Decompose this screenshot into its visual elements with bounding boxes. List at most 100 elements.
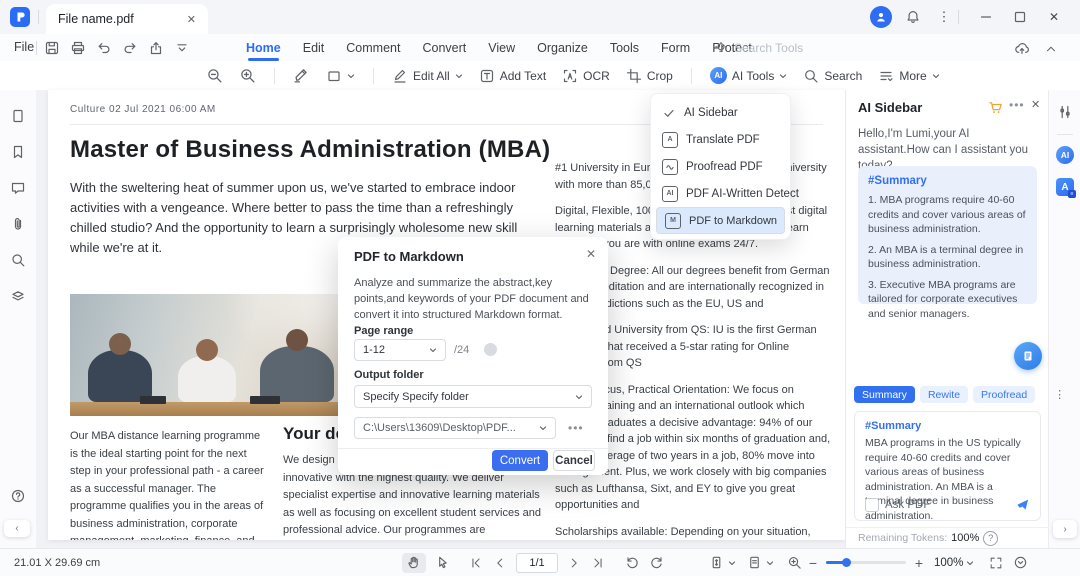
panel-close-icon[interactable]: ✕ [1031,98,1040,111]
zoom-slider-knob[interactable] [842,557,851,567]
page-number-input[interactable]: 1/1 [516,552,558,573]
comments-icon[interactable] [10,180,26,196]
panel-more-icon[interactable]: ••• [1009,98,1025,112]
cart-icon[interactable] [988,100,1003,115]
menu-item-convert[interactable]: Convert [422,41,466,55]
tab-proofread[interactable]: Proofread [973,386,1036,403]
next-page-icon[interactable] [562,553,586,573]
expand-right-panel-button[interactable]: › [1053,520,1077,538]
menu-item-view[interactable]: View [488,41,515,55]
output-path-select[interactable]: C:\Users\13609\Desktop\PDF... [354,417,556,439]
zoom-chevron-icon[interactable] [966,559,974,567]
output-folder-label: Output folder [354,369,424,381]
ai-sidebar-toggle-icon[interactable]: AI [1056,146,1074,164]
dropdown-item-proofread-pdf[interactable]: Proofread PDF [656,153,785,180]
translate-tool-icon[interactable]: A ≡ [1056,178,1076,198]
share-icon[interactable] [148,40,164,56]
more-button[interactable]: More [872,65,945,87]
ai-tools-button[interactable]: AI AI Tools [704,64,793,87]
bookmarks-icon[interactable] [10,144,26,160]
save-icon[interactable] [44,40,60,56]
ask-pdf-checkbox[interactable] [865,497,879,512]
dialog-close-icon[interactable]: ✕ [586,247,596,261]
edit-all-button[interactable]: Edit All [386,65,469,87]
zoom-in-icon[interactable] [233,64,262,87]
fit-screen-icon[interactable] [984,553,1008,573]
help-icon[interactable] [10,488,26,504]
last-page-icon[interactable] [586,553,610,573]
undo-icon[interactable] [96,40,112,56]
zoom-out-minus-icon[interactable]: − [806,555,820,571]
quick-access-more-icon[interactable] [174,40,190,56]
print-icon[interactable] [70,40,86,56]
file-menu[interactable]: File [14,40,34,54]
ai-settings-sliders-icon[interactable] [1057,104,1073,120]
browse-folder-icon[interactable]: ••• [568,421,584,435]
zoom-out-icon[interactable] [200,64,229,87]
divider [38,10,39,24]
convert-button[interactable]: Convert [492,450,548,471]
hand-tool-icon[interactable] [402,552,426,573]
document-tab[interactable]: File name.pdf ✕ [46,4,208,34]
collapse-statusbar-icon[interactable] [1008,553,1032,573]
crop-button[interactable]: Crop [620,65,679,87]
ai-quick-action-button[interactable] [1014,342,1042,370]
layers-icon[interactable] [10,288,26,304]
search-button[interactable]: Search [797,65,868,87]
zoom-slider[interactable] [826,557,906,567]
tab-close-icon[interactable]: ✕ [187,13,196,26]
menu-item-tools[interactable]: Tools [610,41,639,55]
page-view-chevron-icon[interactable] [766,559,774,567]
dropdown-item-pdf-to-markdown[interactable]: M PDF to Markdown [656,207,785,234]
previous-page-icon[interactable] [488,553,512,573]
search-pages-icon[interactable] [10,252,26,268]
tab-summary[interactable]: Summary [854,386,915,403]
scroll-mode-icon[interactable] [704,553,728,573]
add-text-button[interactable]: Add Text [473,65,552,87]
window-close-button[interactable]: ✕ [1040,5,1068,29]
menu-item-form[interactable]: Form [661,41,690,55]
redo-icon[interactable] [122,40,138,56]
select-tool-icon[interactable] [430,553,454,573]
page-thumbnails-icon[interactable] [10,108,26,124]
cancel-button[interactable]: Cancel [553,450,595,471]
first-page-icon[interactable] [464,553,488,573]
collapse-left-panel-button[interactable]: ‹ [4,520,30,537]
output-folder-select[interactable]: Specify Specify folder [354,385,592,408]
ask-pdf-placeholder: Ask PDF [885,498,931,511]
menu-item-comment[interactable]: Comment [346,41,400,55]
menu-items: Home Edit Comment Convert View Organize … [246,34,752,61]
shape-tool-icon[interactable] [320,65,361,87]
maximize-button[interactable] [1006,5,1034,29]
ocr-button[interactable]: OCR [556,65,616,87]
zoom-in-plus-icon[interactable]: + [912,555,926,571]
highlighter-icon[interactable] [287,64,316,87]
scroll-mode-chevron-icon[interactable] [728,559,736,567]
tab-rewrite[interactable]: Rewite [919,386,969,403]
cloud-upload-icon[interactable] [1014,40,1030,56]
search-tools[interactable]: Search Tools [714,34,803,61]
menu-item-home[interactable]: Home [246,41,281,61]
kebab-menu-icon[interactable]: ⋮ [930,5,958,29]
dropdown-item-ai-sidebar[interactable]: AI Sidebar [656,99,785,126]
rotate-right-icon[interactable] [644,553,668,573]
page-range-select[interactable]: 1-12 [354,339,446,361]
notifications-bell-icon[interactable] [899,5,927,29]
account-avatar[interactable] [870,6,892,28]
minimize-button[interactable] [972,5,1000,29]
dropdown-item-translate-pdf[interactable]: A Translate PDF [656,126,785,153]
page-view-mode-icon[interactable] [742,553,766,573]
menu-item-organize[interactable]: Organize [537,41,588,55]
tabs-kebab-icon[interactable]: ⋮ [1054,388,1065,401]
send-icon[interactable] [1015,497,1030,512]
zoom-percentage[interactable]: 100% [934,557,963,569]
marquee-zoom-icon[interactable] [782,553,806,573]
collapse-toolbar-icon[interactable] [1044,42,1058,56]
menu-item-edit[interactable]: Edit [303,41,325,55]
ask-pdf-input[interactable]: Ask PDF [865,497,1030,512]
search-tools-placeholder: Search Tools [734,40,804,55]
rotate-left-icon[interactable] [620,553,644,573]
attachments-icon[interactable] [10,216,26,232]
tokens-help-icon[interactable]: ? [983,530,999,546]
dropdown-item-ai-written-detect[interactable]: AI PDF AI-Written Detect [656,180,799,207]
